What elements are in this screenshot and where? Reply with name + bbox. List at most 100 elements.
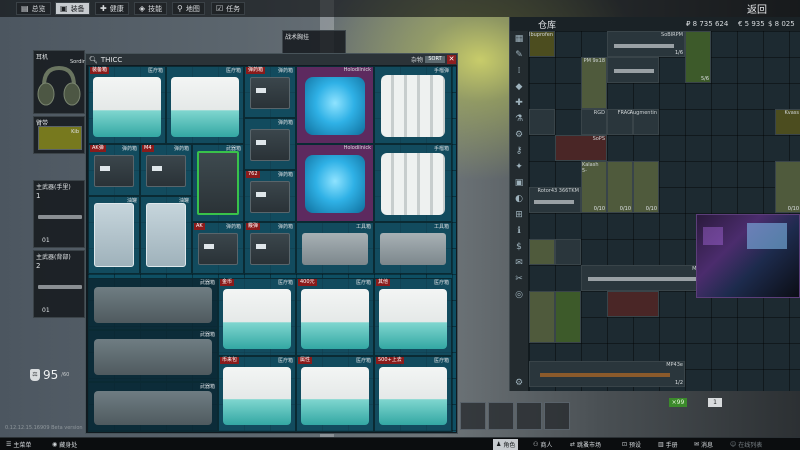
- filter-meds-icon[interactable]: ✚: [513, 97, 525, 109]
- stash-item[interactable]: [555, 291, 581, 343]
- stash-item[interactable]: [607, 291, 659, 317]
- container-item[interactable]: 武器箱: [88, 382, 218, 432]
- preset-button[interactable]: ⊡ 预设: [622, 439, 641, 450]
- filter-quest-icon[interactable]: ✉: [513, 257, 525, 269]
- handbook-button[interactable]: ▥ 手册: [658, 439, 678, 450]
- container-window[interactable]: 🔍︎ THICC 杂物 SORT ✕ 装备箱 医疗箱 医疗箱 弹药箱 弹药箱 H…: [85, 53, 458, 434]
- pocket-slot[interactable]: [516, 402, 542, 430]
- container-item[interactable]: 霰弹 弹药箱: [244, 222, 296, 274]
- stash-item[interactable]: Rotor43 366TKM: [529, 187, 581, 213]
- container-item[interactable]: 工具箱: [296, 222, 374, 274]
- tab-map[interactable]: ⚲ 地图: [172, 2, 205, 15]
- stash-item[interactable]: Ibuprofen: [529, 31, 555, 57]
- filter-info-icon[interactable]: ℹ: [513, 225, 525, 237]
- stash-item[interactable]: RGD: [581, 109, 607, 135]
- stash-item[interactable]: Augmentin: [630, 109, 659, 135]
- container-item[interactable]: 弹药箱 弹药箱: [244, 66, 296, 118]
- container-item[interactable]: 医疗箱: [166, 66, 244, 144]
- filter-settings-icon[interactable]: ⚙: [513, 377, 525, 389]
- stash-item[interactable]: SoPS: [555, 135, 607, 161]
- filter-containers-icon[interactable]: ▣: [513, 177, 525, 189]
- stash-item[interactable]: MP153: [581, 265, 711, 291]
- armband-slot[interactable]: 臂带 Kib: [33, 116, 85, 154]
- container-item[interactable]: 油罐: [140, 196, 192, 274]
- stash-item[interactable]: [529, 109, 555, 135]
- container-item[interactable]: 其他 医疗箱: [374, 278, 452, 356]
- filter-ammo-icon[interactable]: ⁞: [513, 65, 525, 77]
- container-window-header[interactable]: 🔍︎ THICC 杂物 SORT ✕: [86, 54, 457, 65]
- container-item[interactable]: Holodilnick: [296, 66, 374, 144]
- stash-item[interactable]: Kalash 5- 0/10: [581, 161, 607, 213]
- stash-item[interactable]: Kvass: [775, 109, 800, 135]
- stash-item[interactable]: [555, 239, 581, 265]
- traders-button[interactable]: ⚇ 商人: [533, 439, 552, 450]
- filter-keys-icon[interactable]: ⚷: [513, 145, 525, 157]
- armband-item[interactable]: Kib: [38, 126, 82, 150]
- tab-health[interactable]: ✚ 健康: [95, 2, 129, 15]
- container-item[interactable]: 400元 医疗箱: [296, 278, 374, 356]
- stash-item[interactable]: SoBIRPM 1/6: [607, 31, 685, 57]
- messages-button[interactable]: ✉ 消息: [694, 439, 713, 450]
- stash-panel[interactable]: 仓库 ₽ 8 735 624 € 5 935 $ 8 025 ▦ ✎ ⁞ ◆ ✚…: [509, 17, 800, 391]
- filter-all-icon[interactable]: ▦: [513, 33, 525, 45]
- container-item[interactable]: 762 弹药箱: [244, 170, 296, 222]
- filter-weapons-icon[interactable]: ✎: [513, 49, 525, 61]
- primary-weapon-hands-slot[interactable]: 主武器(手里) 1 01: [33, 180, 85, 248]
- item-name: 医疗箱: [225, 68, 241, 74]
- primary-weapon-back-slot[interactable]: 主武器(背部) 2 01: [33, 250, 85, 318]
- flea-market-button[interactable]: ⇄ 跳蚤市场: [570, 439, 601, 450]
- container-item[interactable]: 币来包 医疗箱: [218, 356, 296, 432]
- filter-gear-icon[interactable]: ◆: [513, 81, 525, 93]
- pocket-slot[interactable]: [544, 402, 570, 430]
- container-item[interactable]: 500+上去 医疗箱: [374, 356, 452, 432]
- hideout-button[interactable]: ◉ 藏身处: [52, 439, 77, 450]
- container-item[interactable]: 装备箱 医疗箱: [88, 66, 166, 144]
- container-item[interactable]: Holodilnick: [296, 144, 374, 222]
- filter-repair-icon[interactable]: ✂: [513, 273, 525, 285]
- stash-item[interactable]: 0/10: [775, 161, 800, 213]
- tab-tasks[interactable]: ☑ 任务: [211, 2, 246, 15]
- container-item[interactable]: 属性 医疗箱: [296, 356, 374, 432]
- container-item[interactable]: 武器箱: [88, 278, 218, 330]
- stash-item[interactable]: MP43e 1/2: [529, 361, 685, 387]
- filter-misc-icon[interactable]: ◎: [513, 289, 525, 301]
- container-item[interactable]: 弹药箱: [244, 118, 296, 170]
- pocket-slot[interactable]: [460, 402, 486, 430]
- container-item[interactable]: 武器箱: [88, 330, 218, 382]
- filter-money-icon[interactable]: $: [513, 241, 525, 253]
- stash-item[interactable]: 5/6: [685, 31, 711, 83]
- container-item[interactable]: AK弹 弹药箱: [88, 144, 140, 196]
- stash-item[interactable]: [607, 57, 659, 83]
- container-item[interactable]: 武器箱: [192, 144, 244, 222]
- stash-item[interactable]: [529, 239, 555, 265]
- stash-item[interactable]: [529, 291, 555, 343]
- online-list-button[interactable]: ☺ 在线列表: [730, 439, 762, 450]
- filter-maps-icon[interactable]: ⊞: [513, 209, 525, 221]
- filter-special-icon[interactable]: ◐: [513, 193, 525, 205]
- container-item[interactable]: 金币 医疗箱: [218, 278, 296, 356]
- container-item[interactable]: AK 弹药箱: [192, 222, 244, 274]
- tab-overview[interactable]: ▤ 总览: [16, 2, 51, 15]
- container-item[interactable]: M4 弹药箱: [140, 144, 192, 196]
- sort-button[interactable]: SORT: [425, 56, 445, 63]
- filter-mods-icon[interactable]: ⚙: [513, 129, 525, 141]
- stash-item[interactable]: PM 9x18: [581, 57, 607, 109]
- container-item[interactable]: 工具箱: [374, 222, 452, 274]
- filter-food-icon[interactable]: ⚗: [513, 113, 525, 125]
- tactical-rig-slot[interactable]: 战术胸挂: [282, 30, 346, 54]
- container-grid[interactable]: 装备箱 医疗箱 医疗箱 弹药箱 弹药箱 Holodilnick 手榴弹 弹药箱: [88, 66, 456, 432]
- container-item[interactable]: 手榴弹: [374, 66, 452, 144]
- container-item[interactable]: 油罐: [88, 196, 140, 274]
- tab-gear[interactable]: ▣ 装备: [55, 2, 90, 15]
- stash-grid[interactable]: Ibuprofen SoBIRPM 1/6 5/6 PM 9x18 RGD FR…: [529, 31, 800, 391]
- main-menu-button[interactable]: ☰ 主菜单: [6, 439, 31, 450]
- back-button[interactable]: 返回: [747, 1, 767, 16]
- close-button[interactable]: ✕: [447, 55, 456, 64]
- filter-barter-icon[interactable]: ✦: [513, 161, 525, 173]
- container-item[interactable]: 手榴箱: [374, 144, 452, 222]
- stash-item[interactable]: 0/10: [633, 161, 659, 213]
- tab-skills[interactable]: ◈ 技能: [134, 2, 168, 15]
- character-button[interactable]: ♟ 角色: [493, 439, 519, 450]
- stash-item[interactable]: 0/10: [607, 161, 633, 213]
- pocket-slot[interactable]: [488, 402, 514, 430]
